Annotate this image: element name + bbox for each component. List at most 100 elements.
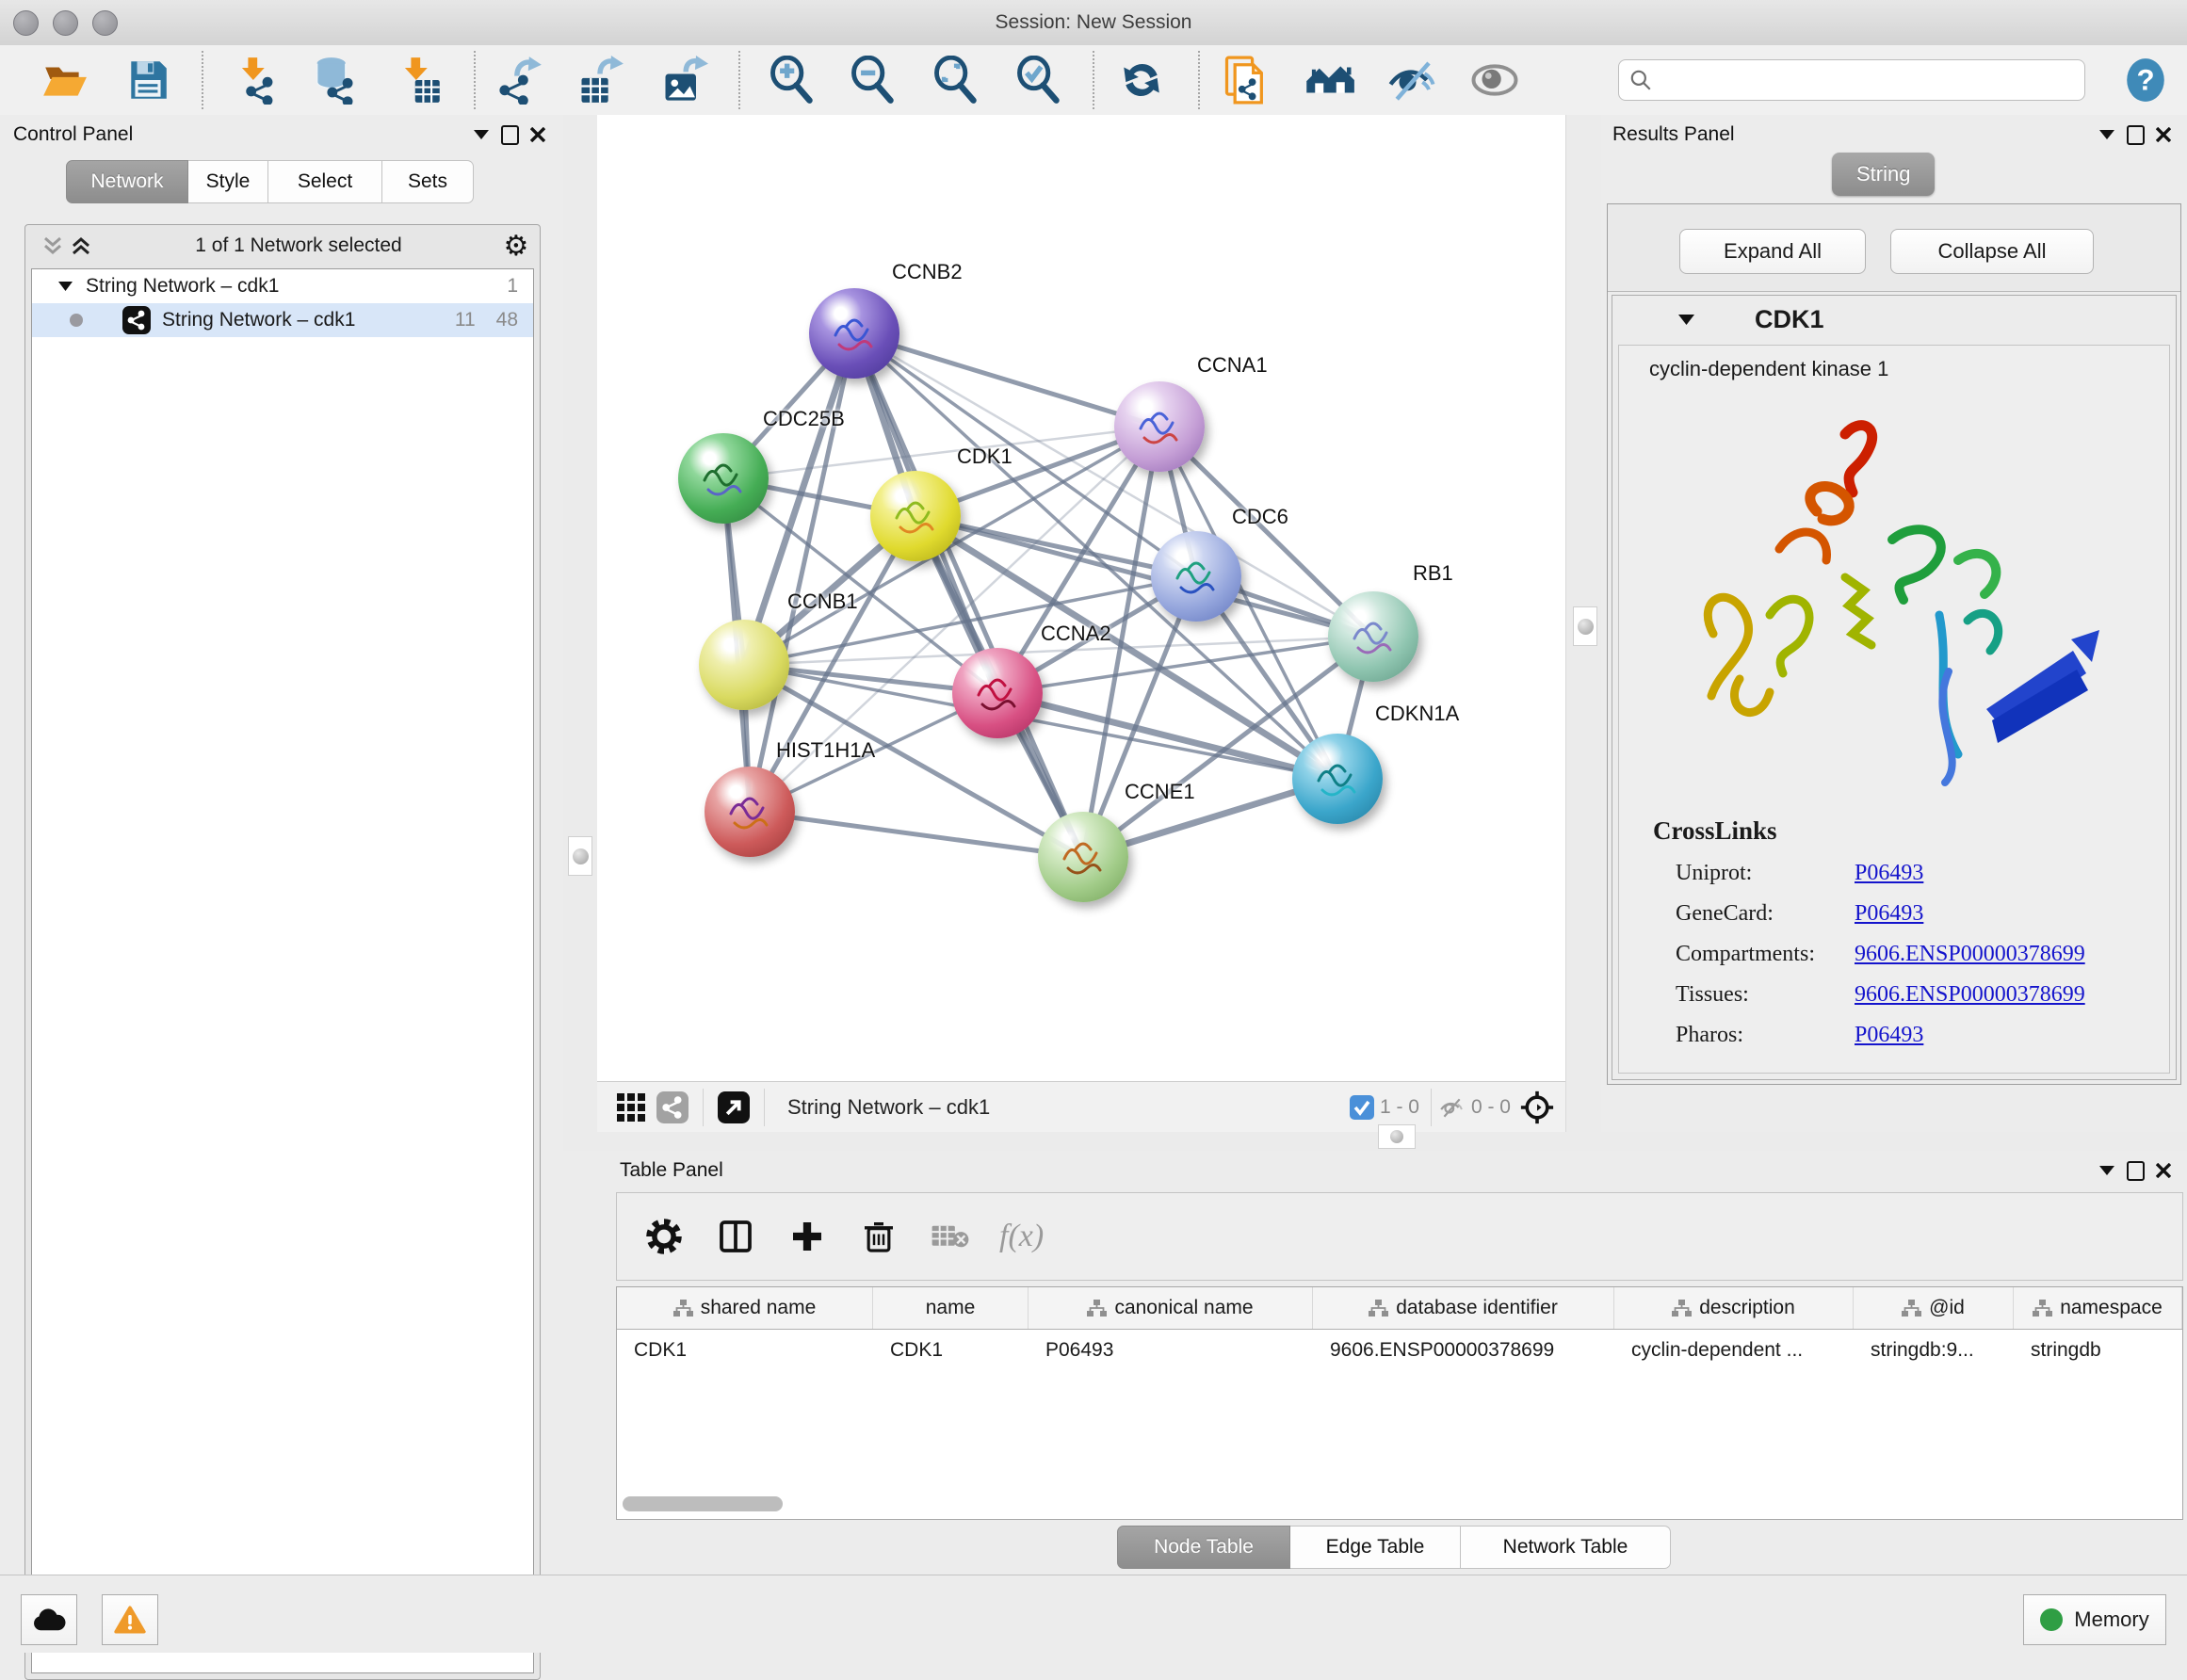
birds-eye-view-button[interactable] <box>713 1089 754 1126</box>
tab-select[interactable]: Select <box>268 160 382 203</box>
control-panel-menu-button[interactable] <box>467 122 495 147</box>
left-splitter[interactable] <box>563 115 598 1132</box>
network-node-CCNA2[interactable] <box>952 648 1043 738</box>
delete-table-button[interactable] <box>926 1212 975 1261</box>
help-button[interactable]: ? <box>2119 54 2172 106</box>
horizontal-splitter-handle[interactable] <box>1378 1124 1416 1149</box>
network-node-CDC25B[interactable] <box>678 433 769 524</box>
column-header-description[interactable]: description <box>1614 1287 1854 1329</box>
table-panel-menu-button[interactable] <box>2093 1158 2121 1183</box>
expand-all-networks-icon[interactable] <box>67 234 95 258</box>
tab-network-table[interactable]: Network Table <box>1461 1526 1671 1569</box>
delete-column-button[interactable] <box>854 1212 903 1261</box>
crosslink-link[interactable]: P06493 <box>1855 861 1923 886</box>
hide-selected-button[interactable] <box>1385 54 1438 106</box>
close-window-button[interactable] <box>13 10 39 36</box>
import-network-from-database-button[interactable] <box>308 54 361 106</box>
network-edges <box>597 115 1565 1081</box>
tab-style[interactable]: Style <box>188 160 268 203</box>
show-column-selector-button[interactable] <box>711 1212 760 1261</box>
crosslink-link[interactable]: P06493 <box>1855 1023 1923 1048</box>
table-hscrollbar-thumb[interactable] <box>623 1496 783 1511</box>
tab-node-table[interactable]: Node Table <box>1117 1526 1290 1569</box>
selected-checkbox-icon[interactable] <box>1350 1095 1374 1120</box>
import-table-from-file-button[interactable] <box>392 54 445 106</box>
column-tree-icon <box>1369 1300 1388 1317</box>
network-node-CCNA1[interactable] <box>1114 381 1205 472</box>
node-section-header[interactable]: CDK1 <box>1612 296 2176 343</box>
hidden-eye-slash-icon[interactable] <box>1437 1095 1466 1120</box>
table-settings-gear-button[interactable] <box>640 1212 688 1261</box>
right-splitter-handle[interactable] <box>1573 606 1597 646</box>
table-panel-close-button[interactable] <box>2149 1158 2178 1183</box>
export-table-button[interactable] <box>574 54 626 106</box>
table-row[interactable]: CDK1CDK1P064939606.ENSP00000378699cyclin… <box>617 1330 2182 1371</box>
collapse-all-button[interactable]: Collapse All <box>1890 229 2094 274</box>
network-row[interactable]: String Network – cdk1 11 48 <box>32 303 533 337</box>
table-panel-float-button[interactable] <box>2121 1158 2149 1183</box>
minimize-window-button[interactable] <box>53 10 78 36</box>
cloud-status-button[interactable] <box>21 1594 77 1645</box>
network-node-CDC6[interactable] <box>1151 531 1241 622</box>
results-panel-float-button[interactable] <box>2121 122 2149 147</box>
export-network-button[interactable] <box>493 54 545 106</box>
column-header-name[interactable]: name <box>873 1287 1029 1329</box>
network-node-RB1[interactable] <box>1328 591 1418 682</box>
save-session-button[interactable] <box>122 54 174 106</box>
zoom-in-button[interactable] <box>765 54 818 106</box>
network-node-HIST1H1A[interactable] <box>705 767 795 857</box>
network-canvas[interactable]: CCNB2CCNA1CDC25BCDK1CDC6RB1CCNB1CCNA2CDK… <box>597 115 1565 1081</box>
memory-status-button[interactable]: Memory <box>2023 1594 2166 1645</box>
export-image-button[interactable] <box>657 54 710 106</box>
horizontal-splitter[interactable] <box>563 1132 2187 1151</box>
show-all-windows-button[interactable] <box>1304 54 1356 106</box>
tab-network[interactable]: Network <box>66 160 188 203</box>
crosslink-link[interactable]: 9606.ENSP00000378699 <box>1855 982 2085 1008</box>
network-node-CCNB1[interactable] <box>699 620 789 710</box>
grid-view-button[interactable] <box>610 1089 652 1126</box>
maximize-window-button[interactable] <box>92 10 118 36</box>
crosslink-link[interactable]: 9606.ENSP00000378699 <box>1855 942 2085 967</box>
network-node-CDK1[interactable] <box>870 471 961 561</box>
results-panel-menu-button[interactable] <box>2093 122 2121 147</box>
collapse-all-networks-icon[interactable] <box>39 234 67 258</box>
zoom-out-button[interactable] <box>846 54 899 106</box>
tab-sets[interactable]: Sets <box>382 160 474 203</box>
column-header-shared-name[interactable]: shared name <box>617 1287 873 1329</box>
node-label-CDK1: CDK1 <box>957 444 1012 469</box>
create-column-button[interactable] <box>783 1212 832 1261</box>
tab-edge-table[interactable]: Edge Table <box>1290 1526 1461 1569</box>
open-session-button[interactable] <box>38 54 90 106</box>
zoom-selected-button[interactable] <box>1012 54 1064 106</box>
column-header-database-identifier[interactable]: database identifier <box>1313 1287 1614 1329</box>
expand-all-button[interactable]: Expand All <box>1679 229 1866 274</box>
control-panel-close-button[interactable] <box>524 122 552 147</box>
network-options-gear-icon[interactable]: ⚙ <box>502 234 530 258</box>
network-collection-row[interactable]: String Network – cdk1 1 <box>32 269 533 303</box>
function-builder-button[interactable]: f(x) <box>999 1219 1044 1254</box>
column-header-canonical-name[interactable]: canonical name <box>1029 1287 1313 1329</box>
control-panel-float-button[interactable] <box>495 122 524 147</box>
show-hidden-button[interactable] <box>1468 54 1521 106</box>
network-node-CDKN1A[interactable] <box>1292 734 1383 824</box>
export-table-icon <box>575 56 624 105</box>
network-node-CCNB2[interactable] <box>809 288 899 379</box>
results-panel-close-button[interactable] <box>2149 122 2178 147</box>
crosslink-label: Uniprot: <box>1653 861 1855 886</box>
network-view-mode-button[interactable] <box>652 1089 693 1126</box>
crosslink-link[interactable]: P06493 <box>1855 901 1923 927</box>
left-splitter-handle[interactable] <box>568 836 592 876</box>
fit-selected-crosshair-button[interactable] <box>1516 1089 1558 1126</box>
search-input[interactable] <box>1653 69 2084 92</box>
refresh-button[interactable] <box>1115 54 1168 106</box>
column-header-namespace[interactable]: namespace <box>2014 1287 2182 1329</box>
warnings-button[interactable] <box>102 1594 158 1645</box>
tab-string[interactable]: String <box>1832 153 1935 196</box>
crosslink-row: Uniprot:P06493 <box>1653 861 2085 886</box>
zoom-fit-content-button[interactable] <box>929 54 981 106</box>
right-splitter[interactable] <box>1565 115 1602 1132</box>
column-header-@id[interactable]: @id <box>1854 1287 2014 1329</box>
import-network-from-file-button[interactable] <box>229 54 282 106</box>
network-node-CCNE1[interactable] <box>1038 812 1128 902</box>
clone-network-button[interactable] <box>1219 54 1272 106</box>
